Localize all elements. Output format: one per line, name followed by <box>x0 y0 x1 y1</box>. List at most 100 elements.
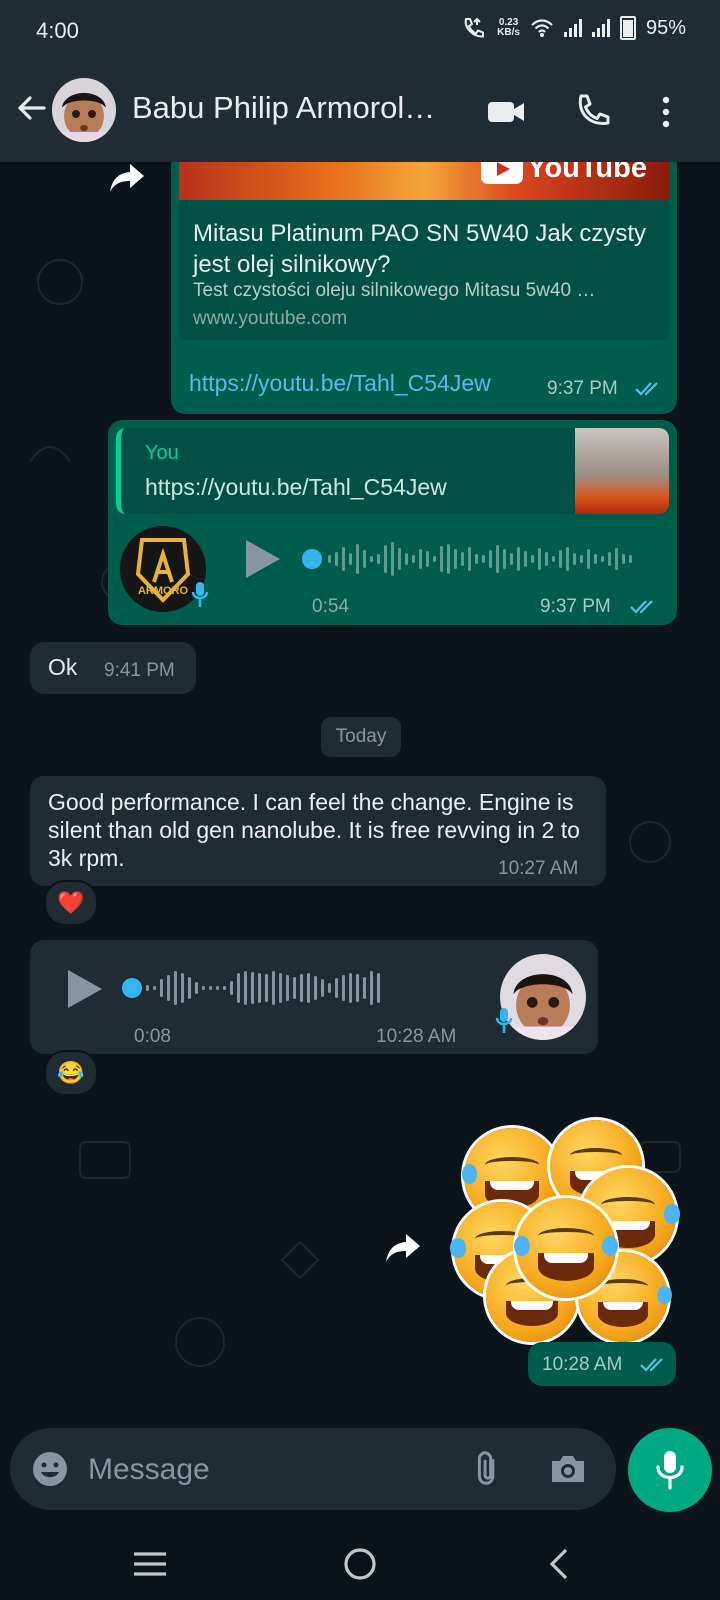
waveform-bar <box>356 544 359 574</box>
home-icon[interactable] <box>340 1544 380 1584</box>
camera-icon[interactable] <box>548 1449 588 1489</box>
incoming-message[interactable]: Good performance. I can feel the change.… <box>30 776 606 886</box>
network-speed: 0.23 KB/s <box>497 17 520 38</box>
waveform-bar <box>237 973 240 1003</box>
waveform-bar <box>454 549 457 569</box>
recents-icon[interactable] <box>130 1544 170 1584</box>
waveform-bar <box>209 986 212 990</box>
waveform-bar <box>328 555 331 563</box>
waveform-bar <box>300 974 303 1002</box>
waveform-bar <box>321 979 324 997</box>
waveform-bar <box>349 973 352 1003</box>
quote-text: https://youtu.be/Tahl_C54Jew <box>145 474 447 500</box>
message-time: 10:28 AM <box>542 1354 623 1375</box>
waveform-bar <box>489 550 492 568</box>
waveform-bar <box>629 555 632 563</box>
playback-position[interactable] <box>302 549 322 569</box>
link-message[interactable]: YouTube Mitasu Platinum PAO SN 5W40 Jak … <box>171 162 677 414</box>
quoted-message[interactable]: You https://youtu.be/Tahl_C54Jew <box>116 428 669 514</box>
waveform-bar <box>482 555 485 563</box>
waveform-bar <box>244 971 247 1005</box>
voice-record-button[interactable] <box>628 1428 712 1512</box>
waveform-bar <box>314 976 317 1000</box>
waveform-bar <box>202 986 205 990</box>
battery-icon <box>619 16 636 40</box>
attach-icon[interactable] <box>470 1449 510 1489</box>
waveform-bar <box>580 555 583 563</box>
voice-duration: 0:08 <box>134 1026 171 1047</box>
mic-icon <box>656 1451 684 1490</box>
child-photo <box>52 78 116 142</box>
waveform-bar <box>531 555 534 563</box>
message-link[interactable]: https://youtu.be/Tahl_C54Jew <box>189 370 491 397</box>
forward-icon[interactable] <box>384 1232 422 1264</box>
status-icons: 0.23 KB/s 95% <box>461 16 686 40</box>
waveform-bar <box>363 550 366 568</box>
laughing-emoji-sticker[interactable] <box>450 1120 688 1342</box>
preview-description: Test czystości oleju silnikowego Mitasu … <box>193 280 596 301</box>
waveform-bar <box>405 553 408 565</box>
waveform-bar <box>342 547 345 571</box>
waveform-bar <box>146 985 149 991</box>
waveform-bar <box>258 973 261 1003</box>
voice-reply-message[interactable]: You https://youtu.be/Tahl_C54Jew ARMORO … <box>108 420 677 625</box>
contact-avatar[interactable] <box>52 78 116 142</box>
message-time: 10:28 AM <box>376 1026 457 1047</box>
waveform-bar <box>594 554 597 564</box>
message-input[interactable] <box>86 1446 450 1494</box>
waveform-bar <box>216 986 219 990</box>
chat-area[interactable]: YouTube Mitasu Platinum PAO SN 5W40 Jak … <box>0 162 720 1412</box>
playback-position[interactable] <box>122 978 142 998</box>
back-icon[interactable] <box>540 1544 580 1584</box>
read-ticks-icon <box>630 600 653 614</box>
waveform-bar <box>181 973 184 1003</box>
play-button[interactable] <box>68 970 102 1008</box>
waveform-bar <box>377 973 380 1003</box>
waveform-bar <box>510 553 513 565</box>
waveform-bar <box>559 550 562 568</box>
waveform-bar <box>377 554 380 564</box>
preview-title: Mitasu Platinum PAO SN 5W40 Jak czysty j… <box>193 220 647 278</box>
more-icon[interactable] <box>646 92 686 132</box>
reaction-laugh[interactable]: 😂 <box>44 1050 98 1096</box>
waveform-bar <box>335 978 338 998</box>
waveform-bar <box>370 556 373 562</box>
incoming-message[interactable]: Ok 9:41 PM <box>30 642 196 694</box>
waveform-bar <box>153 986 156 990</box>
waveform-bar <box>433 556 436 562</box>
waveform-bar <box>188 977 191 999</box>
waveform-bar <box>496 545 499 573</box>
voice-waveform[interactable] <box>328 539 632 579</box>
link-preview-card[interactable]: YouTube Mitasu Platinum PAO SN 5W40 Jak … <box>179 162 669 340</box>
reaction-heart[interactable]: ❤️ <box>44 880 98 926</box>
waveform-bar <box>468 547 471 571</box>
voice-waveform[interactable] <box>146 968 380 1008</box>
waveform-bar <box>370 971 373 1005</box>
waveform-bar <box>601 556 604 562</box>
incoming-voice-message[interactable]: 0:08 10:28 AM <box>30 940 598 1054</box>
back-arrow-icon[interactable] <box>14 90 50 126</box>
youtube-logo: YouTube <box>481 162 647 185</box>
battery-level: 95% <box>645 16 686 39</box>
phone-icon[interactable] <box>572 92 612 132</box>
waveform-bar <box>503 549 506 569</box>
emoji-icon[interactable] <box>30 1449 70 1489</box>
signal-1-icon <box>563 19 582 37</box>
waveform-bar <box>195 982 198 994</box>
play-button[interactable] <box>246 540 280 578</box>
voice-duration: 0:54 <box>312 596 349 617</box>
message-composer <box>10 1428 616 1510</box>
waveform-bar <box>293 977 296 999</box>
waveform-bar <box>342 975 345 1001</box>
svg-text:ARMORO: ARMORO <box>138 585 189 597</box>
waveform-bar <box>265 974 268 1002</box>
waveform-bar <box>475 554 478 564</box>
waveform-bar <box>230 981 233 995</box>
forward-icon[interactable] <box>108 162 146 194</box>
waveform-bar <box>524 551 527 567</box>
video-call-icon[interactable] <box>486 92 526 132</box>
read-ticks-icon <box>640 1358 663 1372</box>
contact-name[interactable]: Babu Philip Armorol… <box>132 90 462 126</box>
signal-2-icon <box>591 19 610 37</box>
call-forward-icon <box>464 17 485 38</box>
